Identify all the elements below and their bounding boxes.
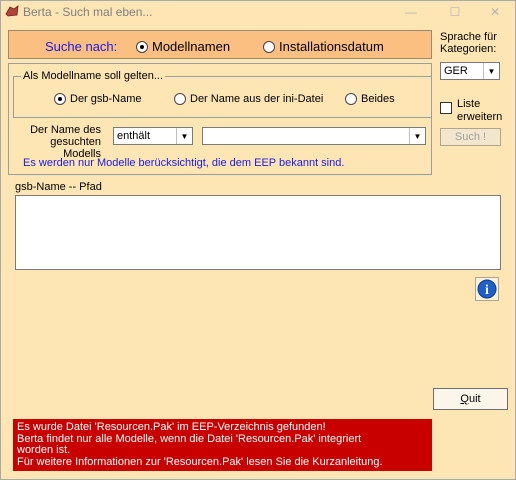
radio-installationsdatum[interactable]: Installationsdatum <box>263 39 384 54</box>
match-mode-select[interactable]: enthält ▼ <box>113 127 193 145</box>
close-button[interactable]: ✕ <box>473 1 516 23</box>
berta-app-icon <box>5 5 19 17</box>
radio-dot[interactable] <box>263 40 275 53</box>
radio-modellnamen[interactable]: Modellnamen <box>136 39 230 54</box>
svg-text:i: i <box>485 283 489 298</box>
language-select[interactable]: GER ▼ <box>440 62 500 80</box>
radio-dot[interactable] <box>174 93 186 105</box>
radio-gsb-name[interactable]: Der gsb-Name <box>54 93 142 105</box>
app-window: Berta - Such mal eben... — ☐ ✕ Suche nac… <box>0 0 516 480</box>
model-name-label: Der Name des gesuchten Modells <box>23 124 101 160</box>
quit-button[interactable]: Quit <box>433 388 508 410</box>
model-name-input[interactable] <box>203 128 409 144</box>
model-name-group: Der gsb-Name Der Name aus der ini-Datei … <box>13 76 432 118</box>
radio-ini-name[interactable]: Der Name aus der ini-Datei <box>174 93 323 105</box>
chevron-down-icon[interactable]: ▼ <box>409 128 425 144</box>
radio-label: Installationsdatum <box>279 39 384 54</box>
warning-line: Für weitere Informationen zur 'Resourcen… <box>17 455 383 468</box>
maximize-button[interactable]: ☐ <box>433 1 477 23</box>
results-caption: gsb-Name -- Pfad <box>15 181 102 193</box>
list-extend-label-line1: Liste <box>457 98 481 110</box>
quit-label-rest: uit <box>468 393 481 405</box>
radio-dot-selected[interactable] <box>136 40 148 53</box>
radio-dot-selected[interactable] <box>54 93 66 105</box>
warning-line: Es wurde Datei 'Resourcen.Pak' im EEP-Ve… <box>17 421 326 433</box>
info-icon: i <box>477 279 497 299</box>
radio-label: Modellnamen <box>152 39 231 54</box>
list-extend-label-line2: erweitern <box>457 111 503 123</box>
radio-label: Der Name aus der ini-Datei <box>190 93 324 105</box>
chevron-down-icon[interactable]: ▼ <box>176 128 192 144</box>
window-title: Berta - Such mal eben... <box>23 5 153 19</box>
model-name-label-line1: Der Name des <box>30 124 101 136</box>
radio-beides[interactable]: Beides <box>345 93 395 105</box>
search-button[interactable]: Such ! <box>440 128 501 146</box>
language-label: Sprache für Kategorien: <box>440 31 497 55</box>
results-list[interactable] <box>15 195 501 270</box>
title-bar[interactable]: Berta - Such mal eben... — ☐ ✕ <box>1 1 515 23</box>
info-button[interactable]: i <box>475 277 499 301</box>
radio-label: Der gsb-Name <box>70 93 142 105</box>
chevron-down-icon[interactable]: ▼ <box>483 63 499 79</box>
search-mode-label: Suche nach: <box>45 39 118 54</box>
language-label-line2: Kategorien: <box>440 43 497 55</box>
warning-line: Berta findet nur alle Modelle, wenn die … <box>17 432 362 445</box>
minimize-button[interactable]: — <box>389 1 433 23</box>
language-value: GER <box>444 65 468 77</box>
language-label-line1: Sprache für <box>440 31 497 43</box>
model-name-group-caption: Als Modellname soll gelten... <box>21 70 166 82</box>
warning-line: worden ist. <box>17 444 71 456</box>
resource-warning-panel: Es wurde Datei 'Resourcen.Pak' im EEP-Ve… <box>13 419 432 471</box>
list-extend-label[interactable]: Liste erweitern <box>457 98 502 124</box>
quit-accelerator: Q <box>460 393 469 405</box>
radio-label: Beides <box>361 93 395 105</box>
model-name-combo[interactable]: ▼ <box>202 127 426 145</box>
list-extend-checkbox[interactable] <box>440 102 452 114</box>
match-mode-value: enthält <box>117 130 151 142</box>
known-models-notice: Es werden nur Modelle berücksichtigt, di… <box>23 157 345 169</box>
search-mode-panel: Suche nach: Modellnamen Installationsdat… <box>8 30 432 59</box>
radio-dot[interactable] <box>345 93 357 105</box>
